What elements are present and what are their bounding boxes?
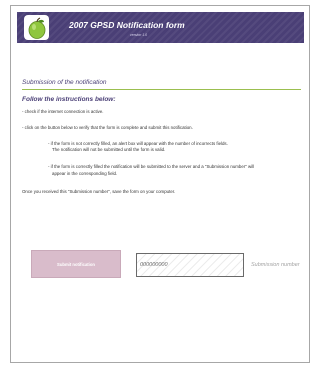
instruction-step-connection: - check if the internet connection is ac…	[22, 109, 104, 114]
instruction-save: Once you received this "Submission numbe…	[22, 189, 176, 194]
form-page: 2007 GPSD Notification form version 1.0 …	[10, 5, 310, 363]
header-banner: 2007 GPSD Notification form version 1.0	[17, 12, 304, 43]
submission-number-field[interactable]: 000000000	[136, 253, 244, 277]
note-valid-line2: appear in the corresponding field.	[52, 171, 118, 176]
submission-number-value: 000000000	[140, 262, 168, 268]
instruction-step-submit: - click on the button below to verify th…	[22, 125, 193, 130]
note-invalid-line2: The notification will not be submitted u…	[52, 147, 166, 152]
form-version: version 1.0	[130, 33, 148, 37]
submission-number-label: Submission number	[251, 262, 300, 268]
submit-notification-button[interactable]: Submit notification	[31, 250, 121, 278]
green-apple-icon	[28, 17, 46, 39]
section-header: Submission of the notification	[22, 79, 301, 90]
note-valid-line1: - if the form is correctly filled the no…	[48, 164, 255, 169]
form-title: 2007 GPSD Notification form	[69, 20, 185, 30]
section-title: Submission of the notification	[22, 79, 107, 86]
instructions-heading: Follow the instructions below:	[22, 96, 116, 103]
